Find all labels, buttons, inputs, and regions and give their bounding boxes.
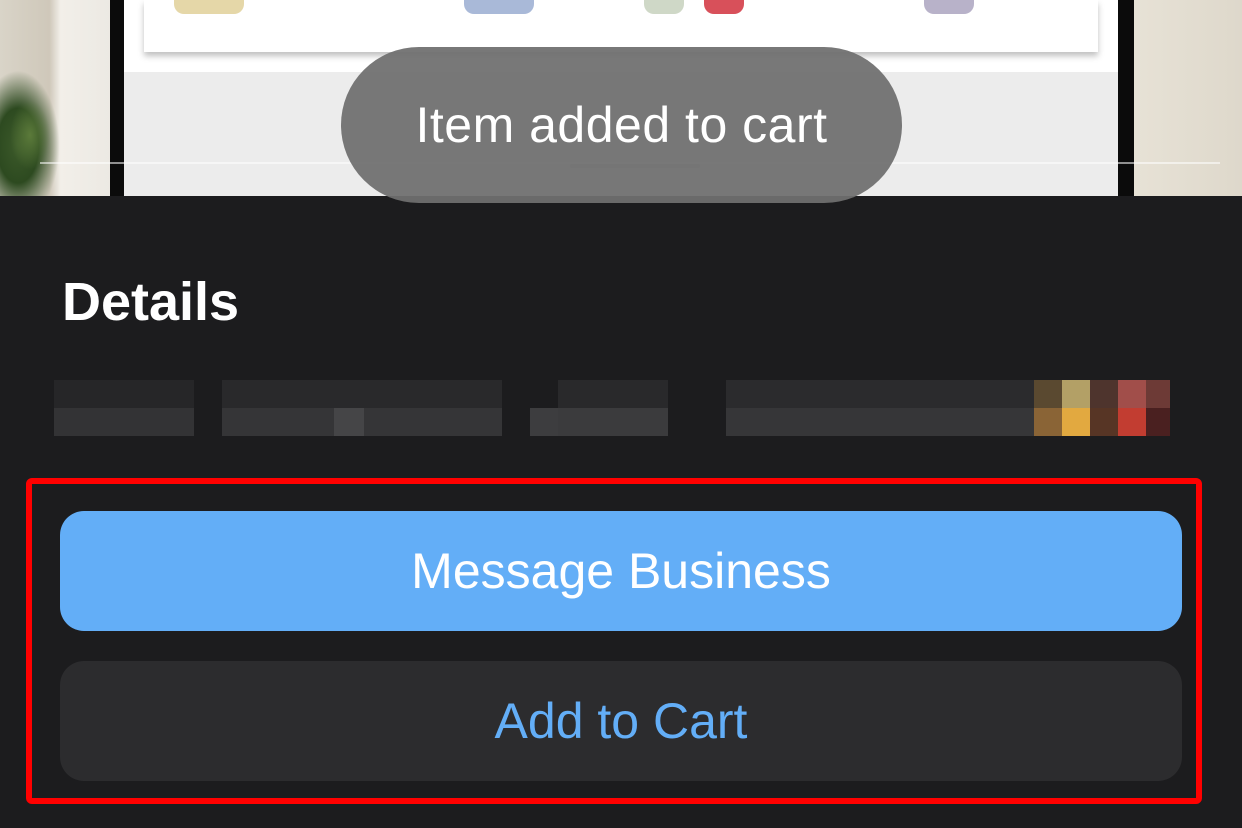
plant-leaves <box>10 100 50 170</box>
print-detail <box>924 0 974 14</box>
print-detail <box>464 0 534 14</box>
toast-notification: Item added to cart <box>341 47 902 203</box>
print-detail <box>644 0 684 14</box>
framed-print <box>144 0 1098 52</box>
toast-message: Item added to cart <box>415 97 828 153</box>
message-business-button[interactable]: Message Business <box>60 511 1182 631</box>
wall-background-right <box>1134 0 1242 196</box>
frame-edge-left <box>110 0 124 196</box>
details-heading: Details <box>62 272 240 332</box>
print-detail <box>704 0 744 14</box>
print-detail <box>174 0 244 14</box>
add-to-cart-button[interactable]: Add to Cart <box>60 661 1182 781</box>
frame-edge-right <box>1118 0 1134 196</box>
redacted-description <box>54 380 1170 446</box>
